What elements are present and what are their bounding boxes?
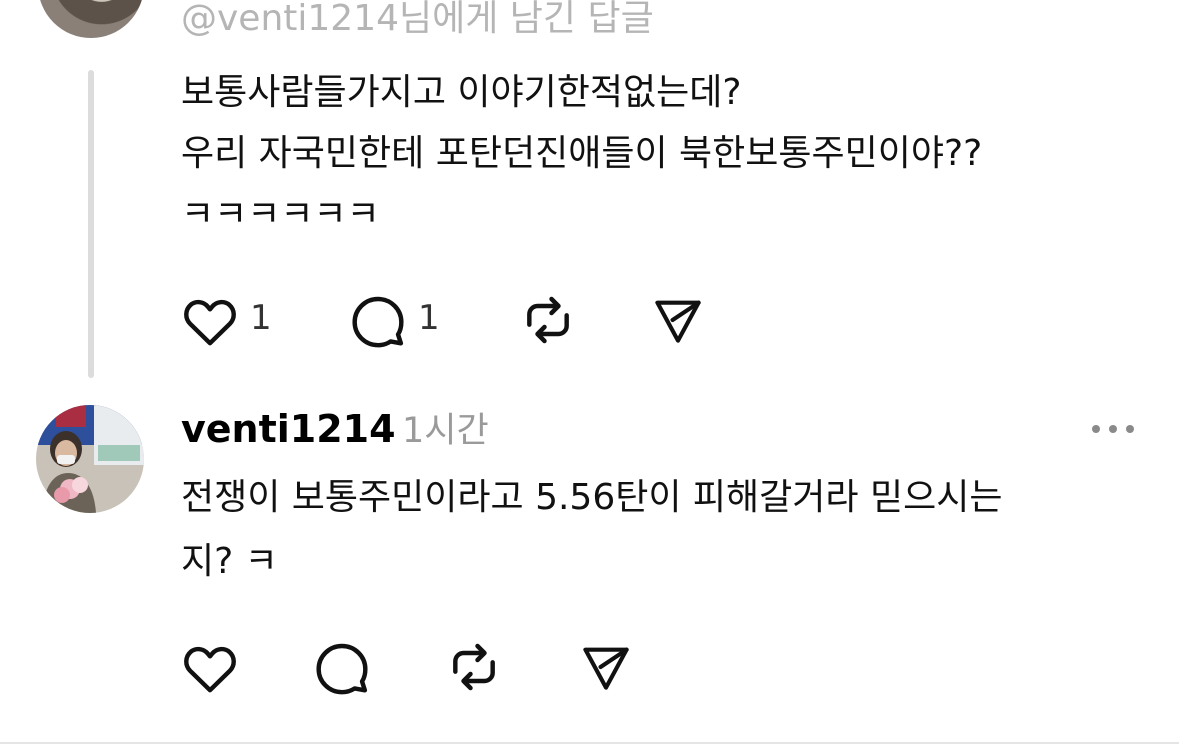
username[interactable]: venti1214 — [181, 407, 396, 451]
send-icon[interactable] — [580, 641, 632, 693]
reply-text-line-2: 우리 자국민한테 포탄던진애들이 북한보통주민이야?? — [181, 133, 983, 174]
comment-bubble-icon[interactable] — [314, 639, 370, 695]
repost-icon[interactable] — [446, 639, 502, 695]
repost-icon[interactable] — [520, 292, 576, 348]
more-dots-icon[interactable] — [1090, 422, 1136, 436]
post-time: 1시간 — [402, 411, 489, 451]
reply-text-line-1: 보통사람들가지고 이야기한적없는데? — [181, 72, 742, 113]
send-icon[interactable] — [652, 294, 704, 346]
heart-icon[interactable] — [182, 642, 238, 694]
comment-count: 1 — [418, 298, 440, 338]
reply-text-line-3: ㅋㅋㅋㅋㅋㅋ — [181, 194, 380, 235]
avatar-photo — [36, 405, 144, 513]
reply-to-label: @venti1214님에게 남긴 답글 — [181, 0, 654, 39]
heart-icon[interactable] — [182, 295, 238, 347]
divider — [0, 742, 1179, 744]
post-text-line-2: 지? ㅋ — [181, 541, 278, 582]
thread-line — [88, 70, 94, 378]
like-count: 1 — [250, 298, 272, 338]
post-text-line-1: 전쟁이 보통주민이라고 5.56탄이 피해갈거라 믿으시는 — [181, 477, 1003, 518]
avatar-venti1214[interactable] — [36, 405, 144, 513]
comment-bubble-icon[interactable] — [350, 292, 406, 348]
avatar-top[interactable] — [38, 0, 144, 38]
